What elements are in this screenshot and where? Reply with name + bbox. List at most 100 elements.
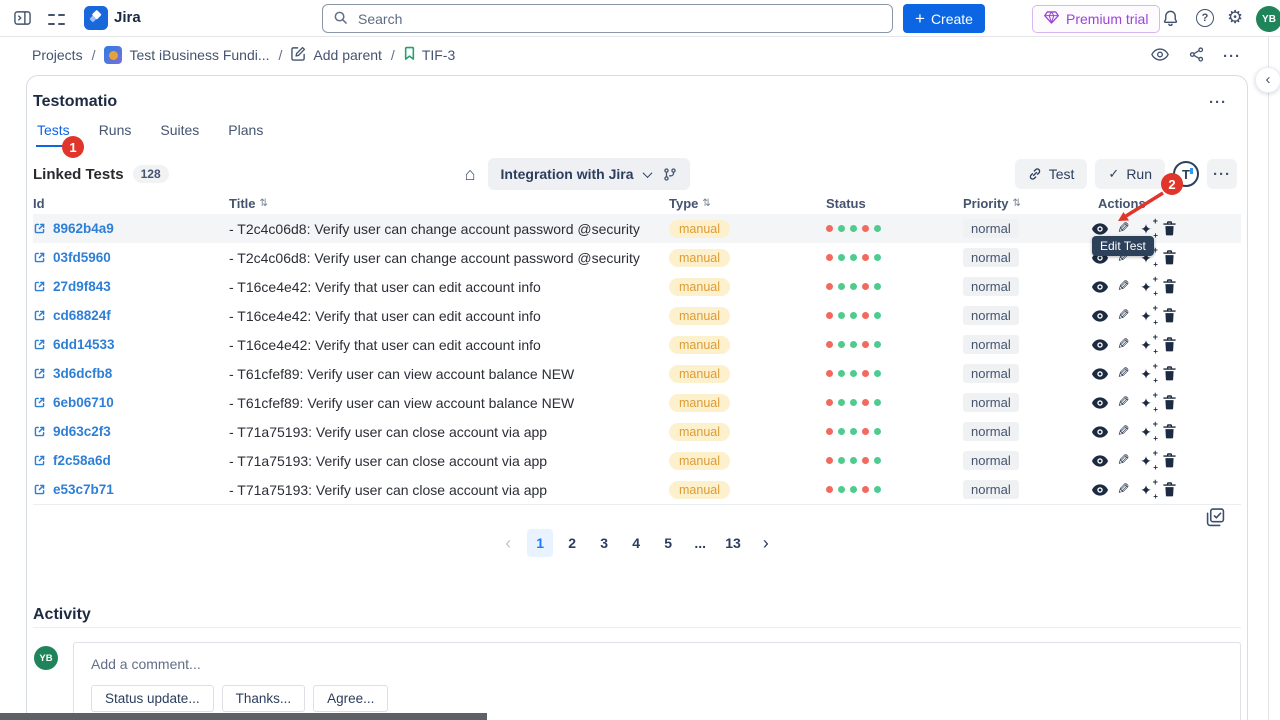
sort-icon[interactable]: ⇅ [1013, 198, 1021, 209]
breadcrumb-project[interactable]: Test iBusiness Fundi... [104, 46, 269, 64]
ai-sparkles-button[interactable]: ✦ [1138, 337, 1154, 353]
test-id-link[interactable]: cd68824f [53, 308, 111, 323]
table-row[interactable]: e53c7b71 - T71a75193: Verify user can cl… [33, 475, 1241, 504]
delete-test-button[interactable] [1161, 453, 1177, 469]
delete-test-button[interactable] [1161, 366, 1177, 382]
ai-sparkles-button[interactable]: ✦ [1138, 424, 1154, 440]
app-switcher-button[interactable] [48, 11, 65, 27]
table-row[interactable]: 27d9f843 - T16ce4e42: Verify that user c… [33, 272, 1241, 301]
test-id-link[interactable]: 3d6dcfb8 [53, 366, 112, 381]
horizontal-scrollbar-thumb[interactable] [0, 713, 487, 720]
breadcrumb-issue-key[interactable]: TIF-3 [404, 46, 455, 64]
branch-icon[interactable] [663, 167, 677, 182]
breadcrumb-projects[interactable]: Projects [32, 47, 83, 63]
table-row[interactable]: cd68824f - T16ce4e42: Verify that user c… [33, 301, 1241, 330]
table-row[interactable]: 03fd5960 - T2c4c06d8: Verify user can ch… [33, 243, 1241, 272]
previous-page-button[interactable]: ‹ [495, 529, 521, 557]
multi-select-icon[interactable] [1206, 508, 1225, 530]
table-row[interactable]: 6eb06710 - T61cfef89: Verify user can vi… [33, 388, 1241, 417]
run-button[interactable]: ✓ Run [1095, 159, 1165, 189]
external-link-icon[interactable] [33, 483, 46, 496]
test-id-link[interactable]: 9d63c2f3 [53, 424, 111, 439]
test-id-link[interactable]: 6eb06710 [53, 395, 114, 410]
external-link-icon[interactable] [33, 338, 46, 351]
quick-reply-button-2[interactable]: Agree... [313, 685, 388, 712]
view-test-button[interactable] [1092, 453, 1108, 469]
view-test-button[interactable] [1092, 482, 1108, 498]
view-test-button[interactable] [1092, 221, 1108, 237]
collapse-panel-button[interactable]: ‹ [1255, 67, 1280, 93]
external-link-icon[interactable] [33, 251, 46, 264]
ai-sparkles-button[interactable]: ✦ [1138, 366, 1154, 382]
ai-sparkles-button[interactable]: ✦ [1138, 221, 1154, 237]
view-test-button[interactable] [1092, 395, 1108, 411]
external-link-icon[interactable] [33, 280, 46, 293]
external-link-icon[interactable] [33, 454, 46, 467]
delete-test-button[interactable] [1161, 279, 1177, 295]
watch-button[interactable] [1144, 41, 1176, 71]
page-button-3[interactable]: 3 [591, 529, 617, 557]
ai-sparkles-button[interactable]: ✦ [1138, 482, 1154, 498]
external-link-icon[interactable] [33, 309, 46, 322]
panel-more-button[interactable]: ··· [1203, 93, 1233, 112]
external-link-icon[interactable] [33, 396, 46, 409]
ai-sparkles-button[interactable]: ✦ [1138, 279, 1154, 295]
view-test-button[interactable] [1092, 366, 1108, 382]
external-link-icon[interactable] [33, 367, 46, 380]
edit-test-button[interactable]: ✎ [1115, 337, 1131, 353]
quick-reply-button-1[interactable]: Thanks... [222, 685, 306, 712]
page-button-5[interactable]: 5 [655, 529, 681, 557]
branch-selector[interactable]: Integration with Jira [488, 158, 690, 190]
home-icon[interactable]: ⌂ [465, 165, 476, 183]
view-test-button[interactable] [1092, 424, 1108, 440]
view-test-button[interactable] [1092, 337, 1108, 353]
testomatio-logo[interactable]: T [1173, 161, 1199, 187]
edit-test-button[interactable]: ✎ [1115, 366, 1131, 382]
comment-input[interactable]: Add a comment... Status update...Thanks.… [73, 642, 1241, 720]
test-id-link[interactable]: f2c58a6d [53, 453, 111, 468]
delete-test-button[interactable] [1161, 308, 1177, 324]
column-header-title[interactable]: Title⇅ [229, 196, 669, 211]
column-header-type[interactable]: Type⇅ [669, 196, 826, 211]
sort-icon[interactable]: ⇅ [260, 198, 268, 209]
share-button[interactable] [1180, 41, 1212, 71]
tab-suites[interactable]: Suites [159, 122, 200, 147]
external-link-icon[interactable] [33, 222, 46, 235]
edit-test-button[interactable]: ✎ [1115, 453, 1131, 469]
ai-sparkles-button[interactable]: ✦ [1138, 453, 1154, 469]
link-test-button[interactable]: Test [1015, 159, 1088, 189]
tab-plans[interactable]: Plans [227, 122, 264, 147]
notifications-button[interactable] [1162, 9, 1179, 30]
search-input[interactable] [356, 10, 882, 28]
edit-test-button[interactable]: ✎ [1115, 308, 1131, 324]
global-search[interactable] [322, 4, 893, 33]
edit-test-button[interactable]: ✎ [1115, 482, 1131, 498]
table-row[interactable]: 3d6dcfb8 - T61cfef89: Verify user can vi… [33, 359, 1241, 388]
delete-test-button[interactable] [1161, 221, 1177, 237]
test-id-link[interactable]: 27d9f843 [53, 279, 111, 294]
page-button-4[interactable]: 4 [623, 529, 649, 557]
delete-test-button[interactable] [1161, 482, 1177, 498]
ai-sparkles-button[interactable]: ✦ [1138, 395, 1154, 411]
test-id-link[interactable]: 6dd14533 [53, 337, 115, 352]
test-id-link[interactable]: 03fd5960 [53, 250, 111, 265]
next-page-button[interactable]: › [753, 529, 779, 557]
delete-test-button[interactable] [1161, 424, 1177, 440]
page-button-1[interactable]: 1 [527, 529, 553, 557]
table-row[interactable]: 8962b4a9 - T2c4c06d8: Verify user can ch… [33, 214, 1241, 243]
view-test-button[interactable] [1092, 279, 1108, 295]
table-row[interactable]: f2c58a6d - T71a75193: Verify user can cl… [33, 446, 1241, 475]
quick-reply-button-0[interactable]: Status update... [91, 685, 214, 712]
ai-sparkles-button[interactable]: ✦ [1138, 308, 1154, 324]
external-link-icon[interactable] [33, 425, 46, 438]
page-button-13[interactable]: 13 [719, 529, 747, 557]
column-header-priority[interactable]: Priority⇅ [963, 196, 1098, 211]
test-id-link[interactable]: e53c7b71 [53, 482, 114, 497]
help-button[interactable]: ? [1196, 9, 1214, 27]
sort-icon[interactable]: ⇅ [702, 198, 710, 209]
edit-test-button[interactable]: ✎ [1115, 424, 1131, 440]
add-parent-button[interactable]: Add parent [291, 46, 382, 64]
tab-runs[interactable]: Runs [98, 122, 133, 147]
delete-test-button[interactable] [1161, 395, 1177, 411]
create-button[interactable]: + Create [903, 4, 985, 33]
